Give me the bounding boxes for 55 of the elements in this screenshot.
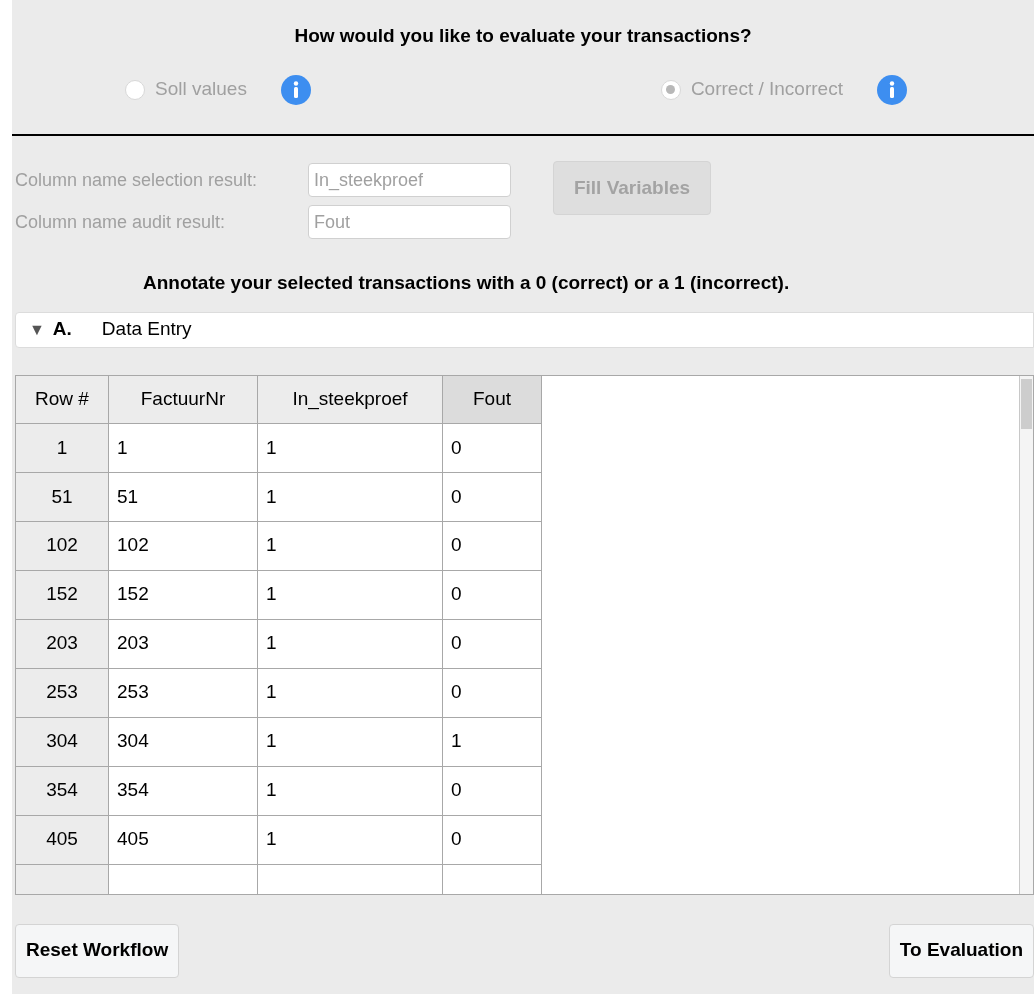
row-number: 51: [16, 472, 109, 522]
table-cell[interactable]: 1: [258, 570, 443, 620]
section-header[interactable]: ▼ A. Data Entry: [15, 311, 1034, 348]
expand-toggle-icon[interactable]: ▼: [29, 317, 45, 342]
row-number: 405: [16, 815, 109, 865]
table-cell[interactable]: 1: [258, 766, 443, 816]
row-number: 354: [16, 766, 109, 816]
column-header[interactable]: Fout: [443, 375, 542, 424]
column-header[interactable]: In_steekproef: [258, 375, 443, 424]
instruction-text: Annotate your selected transactions with a 0 (correct) or a 1 (incorrect).: [143, 271, 791, 295]
table-cell[interactable]: 1: [443, 717, 542, 767]
table-cell[interactable]: 405: [109, 815, 258, 865]
info-icon[interactable]: [280, 74, 311, 105]
table-cell[interactable]: 152: [109, 570, 258, 620]
table-cell[interactable]: 1: [258, 668, 443, 718]
table-cell[interactable]: 0: [443, 423, 542, 473]
table-cell[interactable]: 1: [258, 423, 443, 473]
scrollbar[interactable]: [1019, 375, 1033, 894]
radio-label: Correct / Incorrect: [690, 77, 843, 102]
table-cell[interactable]: 0: [443, 766, 542, 816]
table-cell[interactable]: 102: [109, 521, 258, 571]
section-title: Data Entry: [101, 317, 192, 342]
table-cell[interactable]: 0: [443, 472, 542, 522]
table-cell[interactable]: 0: [443, 815, 542, 865]
row-number: 203: [16, 619, 109, 669]
row-number: 152: [16, 570, 109, 620]
column-header[interactable]: FactuurNr: [109, 375, 258, 424]
field-label: Column name selection result:: [15, 168, 259, 192]
table-cell[interactable]: 253: [109, 668, 258, 718]
table-cell[interactable]: 1: [258, 521, 443, 571]
column-header[interactable]: Row #: [16, 375, 109, 424]
table-cell[interactable]: 0: [443, 668, 542, 718]
to-evaluation-button[interactable]: To Evaluation: [888, 923, 1034, 978]
radio-label: Soll values: [155, 77, 247, 102]
section-letter: A.: [52, 317, 72, 342]
table-cell[interactable]: 0: [443, 570, 542, 620]
row-number: 102: [16, 521, 109, 571]
row-number: 253: [16, 668, 109, 718]
table-cell[interactable]: 1: [109, 423, 258, 473]
info-icon[interactable]: [876, 74, 907, 105]
table-cell[interactable]: 1: [258, 717, 443, 767]
table-cell[interactable]: 1: [258, 619, 443, 669]
table-cell[interactable]: 1: [258, 815, 443, 865]
row-number: 304: [16, 717, 109, 767]
field-label: Column name audit result:: [15, 210, 227, 234]
question-heading: How would you like to evaluate your transactions?: [294, 24, 752, 48]
table-cell[interactable]: 1: [258, 472, 443, 522]
table-cell[interactable]: 0: [443, 619, 542, 669]
table-cell[interactable]: 0: [443, 521, 542, 571]
table-cell[interactable]: 304: [109, 717, 258, 767]
row-number: 1: [16, 423, 109, 473]
table-cell[interactable]: 354: [109, 766, 258, 816]
reset-workflow-button[interactable]: Reset Workflow: [15, 923, 180, 978]
table-cell[interactable]: 51: [109, 472, 258, 522]
table-cell[interactable]: 203: [109, 619, 258, 669]
